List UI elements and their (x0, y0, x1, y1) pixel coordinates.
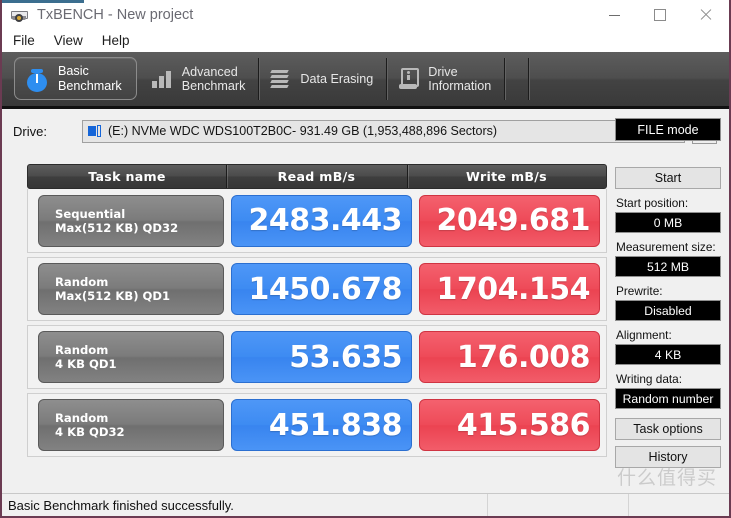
task-name-cell[interactable]: Random 4 KB QD32 (38, 399, 224, 451)
table-row: Random 4 KB QD32 451.838 415.586 (27, 393, 607, 457)
task-options-button[interactable]: Task options (615, 418, 721, 440)
window-title: TxBENCH - New project (37, 7, 194, 23)
table-header-row: Task name Read mB/s Write mB/s (27, 164, 607, 189)
prewrite-label: Prewrite: (616, 284, 663, 298)
task-name-line1: Sequential (55, 206, 126, 221)
status-cell-secondary (488, 494, 629, 516)
task-name-line2: 4 KB QD1 (55, 357, 117, 371)
tab-data-erasing[interactable]: Data Erasing (259, 52, 388, 106)
maximize-button[interactable] (637, 0, 683, 30)
title-accent-bar (2, 0, 84, 3)
task-name-line2: Max(512 KB) QD1 (55, 289, 171, 303)
tab-strip-end-divider (505, 52, 530, 106)
control-panel: FILE mode Start Start position: 0 MB Mea… (615, 118, 723, 468)
status-bar: Basic Benchmark finished successfully. (2, 493, 729, 516)
status-message: Basic Benchmark finished successfully. (2, 494, 488, 516)
task-name-line2: Max(512 KB) QD32 (55, 220, 179, 235)
task-name-cell[interactable]: Sequential Max(512 KB) QD32 (38, 194, 224, 247)
read-value-cell: 53.635 (231, 331, 412, 383)
read-value-cell: 451.838 (231, 399, 412, 451)
task-name-cell[interactable]: Random Max(512 KB) QD1 (38, 263, 224, 315)
drive-select[interactable]: (E:) NVMe WDC WDS100T2B0C- 931.49 GB (1,… (82, 119, 685, 143)
start-position-field[interactable]: 0 MB (615, 212, 721, 233)
prewrite-field[interactable]: Disabled (615, 300, 721, 321)
menu-item-file[interactable]: File (11, 32, 43, 50)
menu-bar: File View Help (2, 30, 729, 52)
task-name-line1: Random (55, 411, 109, 425)
tab-basic-benchmark-label: Basic Benchmark (58, 64, 122, 93)
menu-item-help[interactable]: Help (100, 32, 138, 50)
column-header-task-name: Task name (88, 169, 166, 184)
table-row: Sequential Max(512 KB) QD32 2483.443 204… (27, 189, 607, 253)
tab-advanced-benchmark[interactable]: Advanced Benchmark (141, 52, 260, 106)
menu-item-view[interactable]: View (52, 32, 91, 50)
tab-drive-information[interactable]: Drive Information (387, 52, 506, 106)
writing-data-label: Writing data: (616, 372, 683, 386)
minimize-icon (608, 14, 620, 16)
task-name-cell[interactable]: Random 4 KB QD1 (38, 331, 224, 383)
column-header-read: Read mB/s (226, 165, 407, 188)
stopwatch-icon (25, 66, 49, 92)
history-button[interactable]: History (615, 446, 721, 468)
tab-drive-information-label: Drive Information (428, 64, 492, 94)
write-value-cell: 176.008 (419, 331, 600, 383)
status-cell-tertiary (629, 494, 729, 516)
disk-icon (88, 125, 102, 137)
start-button[interactable]: Start (615, 167, 721, 189)
app-drive-icon (11, 7, 28, 24)
write-value-cell: 2049.681 (419, 194, 600, 247)
tab-strip: Basic Benchmark Advanced Benchmark Data … (2, 52, 729, 109)
table-row: Random 4 KB QD1 53.635 176.008 (27, 325, 607, 389)
drive-label: Drive: (13, 123, 47, 139)
shredder-icon (269, 69, 291, 89)
drive-selected-value: (E:) NVMe WDC WDS100T2B0C- 931.49 GB (1,… (108, 124, 498, 138)
alignment-field[interactable]: 4 KB (615, 344, 721, 365)
column-header-write: Write mB/s (407, 165, 606, 188)
window-controls (591, 0, 729, 30)
drive-info-icon (397, 68, 420, 90)
measurement-size-label: Measurement size: (616, 240, 716, 254)
start-position-label: Start position: (616, 196, 689, 210)
tab-advanced-benchmark-label: Advanced Benchmark (181, 64, 246, 94)
write-value-cell: 415.586 (419, 399, 600, 451)
task-name-line2: 4 KB QD32 (55, 425, 125, 439)
close-icon (700, 9, 712, 21)
file-mode-button[interactable]: FILE mode (615, 118, 721, 141)
task-name-line1: Random (55, 275, 109, 289)
benchmark-results-table: Task name Read mB/s Write mB/s Sequentia… (27, 164, 607, 457)
title-bar: TxBENCH - New project (2, 0, 729, 30)
maximize-icon (654, 9, 666, 21)
close-button[interactable] (683, 0, 729, 30)
minimize-button[interactable] (591, 0, 637, 30)
measurement-size-field[interactable]: 512 MB (615, 256, 721, 277)
table-row: Random Max(512 KB) QD1 1450.678 1704.154 (27, 257, 607, 321)
tab-basic-benchmark[interactable]: Basic Benchmark (14, 57, 137, 100)
read-value-cell: 2483.443 (231, 194, 412, 247)
bar-chart-icon (151, 69, 173, 89)
tab-data-erasing-label: Data Erasing (300, 71, 374, 86)
application-window: TxBENCH - New project File View Help Bas… (0, 0, 731, 518)
task-name-line1: Random (55, 343, 109, 357)
alignment-label: Alignment: (616, 328, 672, 342)
writing-data-field[interactable]: Random number (615, 388, 721, 409)
read-value-cell: 1450.678 (231, 263, 412, 315)
write-value-cell: 1704.154 (419, 263, 600, 315)
